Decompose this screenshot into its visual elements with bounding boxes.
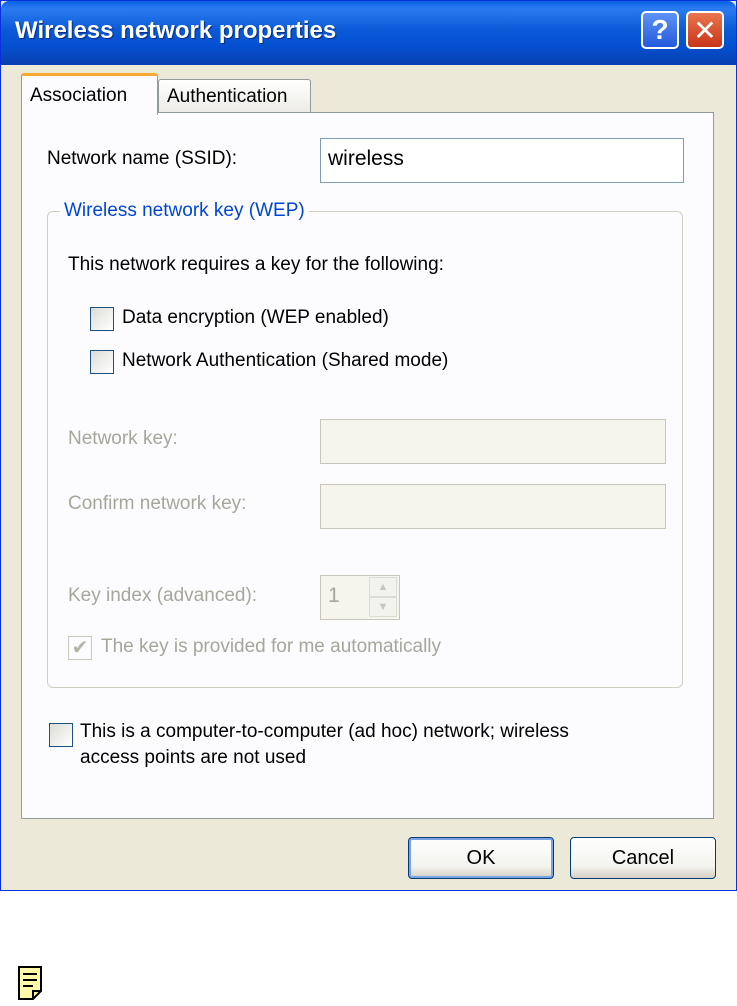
auto-key-checkbox[interactable]: ✔ bbox=[68, 636, 92, 660]
ok-button[interactable]: OK bbox=[408, 837, 554, 879]
key-index-label: Key index (advanced): bbox=[68, 585, 258, 606]
ssid-label: Network name (SSID): bbox=[47, 148, 238, 169]
adhoc-label-line2: access points are not used bbox=[80, 747, 307, 768]
requires-key-text: This network requires a key for the foll… bbox=[68, 254, 444, 275]
ssid-input[interactable]: wireless bbox=[320, 138, 684, 183]
checkmark-icon: ✔ bbox=[71, 637, 89, 659]
adhoc-label-line1: This is a computer-to-computer (ad hoc) … bbox=[80, 721, 569, 742]
network-auth-checkbox[interactable] bbox=[90, 350, 114, 374]
network-auth-label: Network Authentication (Shared mode) bbox=[122, 350, 449, 371]
arrow-up-icon[interactable]: ▲ bbox=[369, 577, 397, 597]
arrow-down-icon[interactable]: ▼ bbox=[369, 597, 397, 617]
wep-group-title: Wireless network key (WEP) bbox=[60, 200, 309, 222]
auto-key-label: The key is provided for me automatically bbox=[101, 636, 442, 657]
cancel-button[interactable]: Cancel bbox=[570, 837, 716, 879]
key-index-spinner[interactable]: 1 ▲ ▼ bbox=[320, 575, 400, 620]
data-encryption-label: Data encryption (WEP enabled) bbox=[122, 307, 389, 328]
network-key-label: Network key: bbox=[68, 428, 178, 449]
panel-content: Network name (SSID): wireless Wireless n… bbox=[0, 0, 737, 891]
confirm-key-label: Confirm network key: bbox=[68, 493, 247, 514]
key-index-value: 1 bbox=[328, 584, 340, 607]
data-encryption-checkbox[interactable] bbox=[90, 307, 114, 331]
note-icon bbox=[18, 966, 42, 1000]
confirm-key-input[interactable] bbox=[320, 484, 666, 529]
adhoc-checkbox[interactable] bbox=[49, 723, 73, 747]
network-key-input[interactable] bbox=[320, 419, 666, 464]
